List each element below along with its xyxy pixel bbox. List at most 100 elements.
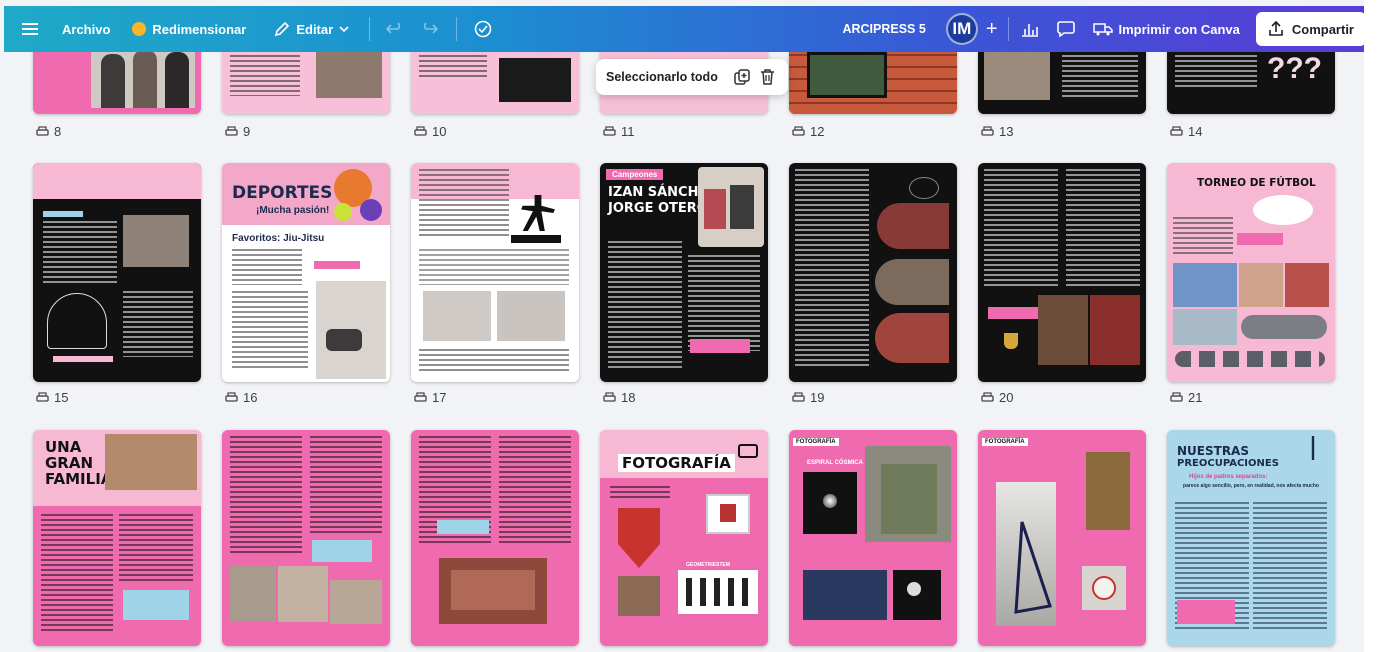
page-thumbnail-13[interactable] — [978, 52, 1146, 114]
page-16-favorites: Favoritos: Jiu-Jitsu — [232, 233, 325, 244]
page-number-11: 11 — [603, 124, 635, 139]
print-with-canva-button[interactable]: Imprimir con Canva — [1092, 22, 1240, 37]
page-thumbnail-26[interactable]: FOTOGRAFÍA ESPIRAL CÓSMICA — [789, 430, 957, 646]
menu-icon[interactable] — [22, 22, 38, 36]
page-number-8: 8 — [36, 124, 61, 139]
page-thumbnail-8[interactable] — [33, 52, 201, 114]
page-thumbnail-15[interactable] — [33, 163, 201, 382]
redo-icon[interactable] — [420, 22, 439, 36]
page-number-13: 13 — [981, 124, 1013, 139]
printer-icon — [603, 392, 616, 402]
triangle-sculpture-graphic — [1014, 521, 1052, 614]
page-number-19: 19 — [792, 390, 824, 405]
edit-label: Editar — [296, 21, 334, 37]
toolbar-divider — [369, 17, 371, 41]
page-number-10: 10 — [414, 124, 446, 139]
resize-label: Redimensionar — [152, 21, 247, 37]
camera-icon — [738, 444, 758, 458]
cloud-save-icon[interactable] — [473, 20, 493, 38]
page-21-title: TORNEO DE FÚTBOL — [1197, 177, 1316, 189]
page-number-text: 16 — [243, 390, 258, 405]
page-thumbnail-28[interactable]: NUESTRAS PREOCUPACIONES Hijos de padres … — [1167, 430, 1335, 646]
page-thumbnail-18[interactable]: Campeones IZAN SÁNCHEZ JORGE OTERO — [600, 163, 768, 382]
printer-icon — [225, 392, 238, 402]
select-all-button[interactable]: Seleccionarlo todo — [606, 70, 718, 84]
page-16-title: DEPORTES — [232, 183, 333, 203]
page-thumbnail-17[interactable] — [411, 163, 579, 382]
truck-icon — [1092, 23, 1113, 36]
add-collaborator-icon[interactable]: + — [986, 18, 998, 41]
canva-editor: Archivo Redimensionar Editar ARCIPRESS 5… — [0, 0, 1380, 652]
page-number-text: 8 — [54, 124, 62, 139]
toolbar-divider — [456, 17, 458, 41]
page-18-tag: Campeones — [606, 169, 664, 180]
page-number-text: 17 — [432, 390, 447, 405]
avatar[interactable]: IM — [945, 13, 978, 45]
printer-icon — [792, 126, 805, 136]
page-number-text: 15 — [54, 390, 69, 405]
page-number-14: 14 — [1170, 124, 1202, 139]
share-button[interactable]: Compartir — [1255, 12, 1366, 46]
page-number-text: 21 — [1188, 390, 1203, 405]
chevron-down-icon — [339, 26, 349, 33]
analytics-icon[interactable] — [1021, 21, 1039, 37]
printer-icon — [36, 392, 49, 402]
page-number-text: 18 — [621, 390, 636, 405]
edit-menu[interactable]: Editar — [274, 21, 349, 37]
page-28-subtitle: Hijos de padres separados: — [1189, 474, 1268, 480]
page-28-title-line-2: PREOCUPACIONES — [1177, 458, 1279, 469]
printer-icon — [981, 126, 994, 136]
trophy-icon — [1004, 333, 1018, 349]
page-thumbnail-24[interactable] — [411, 430, 579, 646]
page-thumbnail-27[interactable]: FOTOGRAFÍA — [978, 430, 1146, 646]
page-25-caption: GEOMETRIESTEM — [686, 562, 730, 568]
page-grid: ??? 8 9 10 11 12 13 14 DEPORTES ¡Mucha p… — [0, 52, 1364, 652]
tennis-ball-graphic — [334, 203, 352, 221]
printer-icon — [414, 392, 427, 402]
page-thumbnail-23[interactable] — [222, 430, 390, 646]
window-edge — [1364, 0, 1380, 652]
share-label: Compartir — [1291, 21, 1354, 37]
resize-button[interactable]: Redimensionar — [132, 22, 246, 37]
duplicate-icon[interactable] — [734, 69, 750, 85]
page-number-text: 19 — [810, 390, 825, 405]
page-thumbnail-12[interactable] — [789, 52, 957, 114]
toolbar-divider — [1007, 17, 1009, 41]
printer-icon — [225, 126, 238, 136]
page-thumbnail-9[interactable] — [222, 52, 390, 114]
page-thumbnail-25[interactable]: FOTOGRAFÍA GEOMETRIESTEM — [600, 430, 768, 646]
printer-icon — [1170, 392, 1183, 402]
page-thumbnail-14[interactable]: ??? — [1167, 52, 1335, 114]
page-28-title-line-1: NUESTRAS — [1177, 444, 1249, 458]
page-number-20: 20 — [981, 390, 1013, 405]
printer-icon — [603, 126, 616, 136]
crown-icon — [132, 22, 147, 36]
selection-toolbar: Seleccionarlo todo — [596, 59, 788, 95]
top-toolbar: Archivo Redimensionar Editar ARCIPRESS 5… — [4, 6, 1366, 52]
pencil-icon — [275, 21, 290, 37]
undo-icon[interactable] — [386, 22, 404, 36]
file-menu[interactable]: Archivo — [62, 22, 110, 37]
question-marks-graphic: ??? — [1267, 52, 1322, 85]
page-number-9: 9 — [225, 124, 250, 139]
trash-icon[interactable] — [760, 69, 775, 85]
page-number-text: 10 — [432, 124, 447, 139]
document-title[interactable]: ARCIPRESS 5 — [842, 22, 925, 36]
document-title-text: ARCIPRESS 5 — [842, 22, 926, 36]
page-thumbnail-20[interactable] — [978, 163, 1146, 382]
page-thumbnail-22[interactable]: UNA GRAN FAMILIA — [33, 430, 201, 646]
page-number-12: 12 — [792, 124, 824, 139]
avatar-initials: IM — [952, 19, 972, 38]
page-thumbnail-16[interactable]: DEPORTES ¡Mucha pasión! Favoritos: Jiu-J… — [222, 163, 390, 382]
page-thumbnail-21[interactable]: TORNEO DE FÚTBOL — [1167, 163, 1335, 382]
page-thumbnail-10[interactable] — [411, 52, 579, 114]
page-number-18: 18 — [603, 390, 635, 405]
page-22-title-line-3: FAMILIA — [45, 470, 113, 488]
page-number-16: 16 — [225, 390, 257, 405]
page-thumbnail-19[interactable] — [789, 163, 957, 382]
printer-icon — [1170, 126, 1183, 136]
karate-silhouette — [521, 195, 555, 231]
page-18-name-2: JORGE OTERO — [608, 201, 708, 216]
comment-icon[interactable] — [1056, 21, 1075, 37]
printer-icon — [36, 126, 49, 136]
